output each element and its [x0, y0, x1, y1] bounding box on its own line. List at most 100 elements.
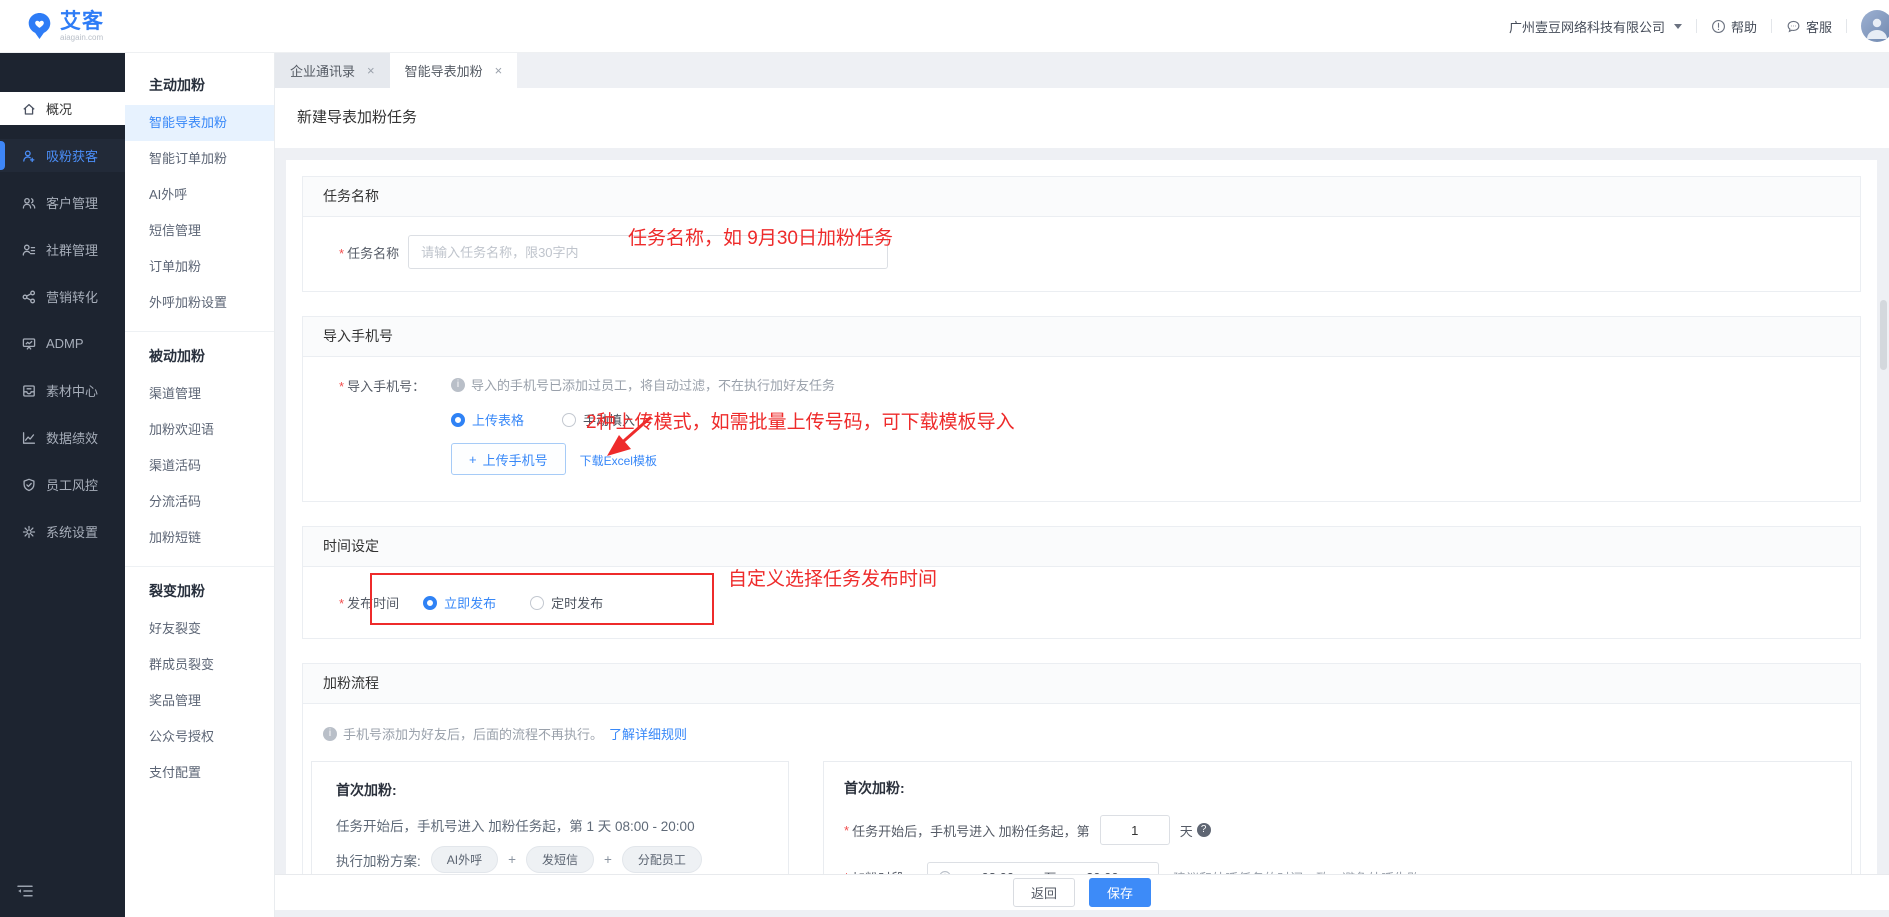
import-phone-label: * 导入手机号：: [339, 379, 426, 394]
info-icon: i: [451, 377, 465, 392]
submenu-item-call-settings[interactable]: 外呼加粉设置: [125, 285, 274, 321]
active-indicator: [0, 141, 5, 170]
submenu-item-prize-mgmt[interactable]: 奖品管理: [125, 683, 274, 719]
flow-preview-line: 任务开始后，手机号进入 加粉任务起，第 1 天 08:00 - 20:00: [336, 819, 695, 834]
flow-editor-panel: 首次加粉: * 任务开始后，手机号进入 加粉任务起，第 天 ? * 加粉时段：: [823, 761, 1852, 874]
plan-pill-assign-staff: 分配员工: [621, 846, 702, 873]
section-task-name: 任务名称 *任务名称 任务名称，如 9月30日加粉任务: [302, 176, 1861, 292]
users-icon: [21, 195, 37, 211]
submenu-item-order-add[interactable]: 订单加粉: [125, 249, 274, 285]
divider: [1695, 19, 1697, 33]
scrollbar-thumb[interactable]: [1880, 300, 1887, 370]
share-icon: [21, 289, 37, 305]
divider: [125, 331, 274, 332]
sidebar-item-performance[interactable]: 数据绩效: [0, 421, 125, 454]
sidebar-item-community[interactable]: 社群管理: [0, 233, 125, 266]
sidebar-item-customers[interactable]: 客户管理: [0, 186, 125, 219]
brand-logo[interactable]: 艾客 aiagain.com: [26, 11, 104, 42]
submenu-item-friend-fission[interactable]: 好友裂变: [125, 611, 274, 647]
close-icon[interactable]: ×: [367, 64, 375, 77]
submenu-item-welcome-msg[interactable]: 加粉欢迎语: [125, 412, 274, 448]
top-header: 艾客 aiagain.com 广州壹豆网络科技有限公司 帮助 客服: [0, 0, 1889, 53]
home-icon: [21, 101, 37, 117]
time-range-picker[interactable]: 08:00 至 20:00: [927, 862, 1160, 874]
sidebar-item-risk-control[interactable]: 员工风控: [0, 468, 125, 501]
submenu-item-payment-config[interactable]: 支付配置: [125, 755, 274, 791]
section-add-flow: 加粉流程 i 手机号添加为好友后，后面的流程不再执行。 了解详细规则 首次加粉:…: [302, 663, 1861, 874]
form-footer: 返回 保存: [275, 874, 1889, 910]
red-arrow-annotation: [607, 415, 652, 456]
red-highlight-box: [370, 573, 714, 625]
section-time-setting: 时间设定 * 发布时间 立即发布 定时发布 自定义选择任务发布时间: [302, 526, 1861, 639]
tab-contacts[interactable]: 企业通讯录 ×: [275, 53, 390, 88]
submenu-item-official-auth[interactable]: 公众号授权: [125, 719, 274, 755]
user-plus-icon: [21, 148, 37, 164]
submenu-item-short-link[interactable]: 加粉短链: [125, 520, 274, 556]
submenu-item-channel-qr[interactable]: 渠道活码: [125, 448, 274, 484]
section-import-phone: 导入手机号 * 导入手机号： i 导入的手机号已添加过员工，将自动过滤，不在执行加…: [302, 316, 1861, 502]
info-icon: i: [323, 726, 337, 741]
submenu-item-group-fission[interactable]: 群成员裂变: [125, 647, 274, 683]
logo-pin-icon: [26, 11, 53, 41]
submenu-group-active-add: 主动加粉: [149, 77, 205, 93]
day-row-suffix: 天: [1179, 823, 1193, 839]
day-row-prefix: 任务开始后，手机号进入 加粉任务起，第: [852, 823, 1090, 839]
divider: [125, 566, 274, 567]
secondary-sidebar: 主动加粉 智能导表加粉 智能订单加粉 AI外呼 短信管理 订单加粉 外呼加粉设置…: [125, 53, 275, 917]
submenu-item-smart-import[interactable]: 智能导表加粉: [125, 105, 274, 141]
help-button[interactable]: 帮助: [1711, 17, 1757, 36]
form-card: 任务名称 *任务名称 任务名称，如 9月30日加粉任务 导入手机号 *导入手机号…: [286, 160, 1877, 874]
user-avatar[interactable]: [1861, 10, 1889, 42]
sidebar-item-materials[interactable]: 素材中心: [0, 374, 125, 407]
submenu-item-ai-call[interactable]: AI外呼: [125, 177, 274, 213]
chevron-down-icon: [1673, 23, 1682, 29]
flow-preview-heading: 首次加粉:: [336, 782, 397, 798]
plus-icon: +: [469, 451, 477, 467]
task-name-label: * 任务名称: [339, 245, 400, 261]
detailed-rules-link[interactable]: 了解详细规则: [609, 724, 687, 743]
sidebar-item-overview[interactable]: 概况: [0, 92, 125, 125]
submenu-item-split-qr[interactable]: 分流活码: [125, 484, 274, 520]
save-button[interactable]: 保存: [1089, 878, 1152, 907]
sidebar-item-marketing[interactable]: 营销转化: [0, 280, 125, 313]
plan-label: 执行加粉方案:: [336, 853, 421, 869]
user-group-icon: [21, 242, 37, 258]
flow-editor-heading: 首次加粉:: [844, 780, 905, 796]
presentation-icon: [21, 336, 37, 352]
sidebar-item-acquisition[interactable]: 吸粉获客: [0, 139, 125, 172]
flow-preview-panel: 首次加粉: 任务开始后，手机号进入 加粉任务起，第 1 天 08:00 - 20…: [311, 761, 789, 874]
section-add-flow-header: 加粉流程: [303, 664, 1860, 704]
sidebar-item-settings[interactable]: 系统设置: [0, 515, 125, 548]
help-icon: [1711, 19, 1726, 34]
archive-icon: [21, 383, 37, 399]
submenu-item-sms[interactable]: 短信管理: [125, 213, 274, 249]
company-selector[interactable]: 广州壹豆网络科技有限公司: [1509, 17, 1682, 36]
app-window: 艾客 aiagain.com 广州壹豆网络科技有限公司 帮助 客服 概况 吸粉获…: [0, 0, 1889, 917]
logo-domain: aiagain.com: [60, 32, 104, 42]
radio-manual-input[interactable]: [562, 412, 577, 427]
collapse-sidebar-icon[interactable]: [16, 883, 34, 899]
submenu-item-channel-mgmt[interactable]: 渠道管理: [125, 376, 274, 412]
submenu-group-passive-add: 被动加粉: [149, 348, 205, 364]
tab-smart-import[interactable]: 智能导表加粉 ×: [389, 53, 518, 88]
back-button[interactable]: 返回: [1012, 878, 1075, 907]
section-task-name-header: 任务名称: [303, 177, 1860, 217]
divider: [1770, 19, 1772, 33]
radio-upload-table[interactable]: [451, 412, 465, 427]
close-icon[interactable]: ×: [495, 64, 503, 77]
customer-service-button[interactable]: 客服: [1786, 17, 1832, 36]
section-time-setting-header: 时间设定: [303, 527, 1860, 567]
sidebar-item-admp[interactable]: ADMP: [0, 327, 125, 360]
import-phone-note: i 导入的手机号已添加过员工，将自动过滤，不在执行加好友任务: [451, 375, 835, 394]
question-icon[interactable]: ?: [1196, 823, 1211, 837]
submenu-item-smart-order[interactable]: 智能订单加粉: [125, 141, 274, 177]
plan-pill-sms: 发短信: [526, 846, 595, 873]
flow-note: i 手机号添加为好友后，后面的流程不再执行。 了解详细规则: [323, 724, 1860, 743]
main-content: 企业通讯录 × 智能导表加粉 × 新建导表加粉任务 任务名称 *任务名称 任务名…: [275, 53, 1889, 917]
logo-text: 艾客: [60, 9, 104, 33]
day-number-input[interactable]: [1099, 815, 1170, 845]
upload-phone-button[interactable]: + 上传手机号: [451, 443, 566, 475]
divider: [1846, 19, 1847, 33]
page-title: 新建导表加粉任务: [275, 88, 1889, 148]
tab-bar: 企业通讯录 × 智能导表加粉 ×: [275, 53, 1889, 88]
